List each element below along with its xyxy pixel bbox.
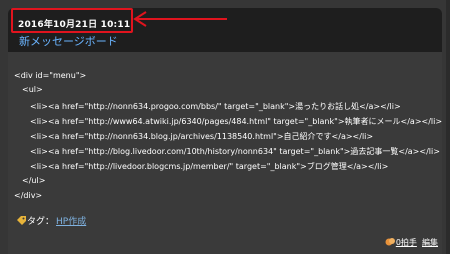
tag-icon (16, 216, 27, 225)
code-line: <li><a href="http://nonn634.progoo.com/b… (30, 102, 401, 111)
code-line: <li><a href="http://www64.atwiki.jp/6340… (30, 117, 443, 126)
post-title-link[interactable]: 新メッセージボード (19, 33, 118, 49)
clap-button[interactable]: 0拍手 (396, 238, 417, 247)
clap-icon (385, 237, 396, 246)
code-line: <li><a href="http://blog.livedoor.com/10… (30, 147, 440, 156)
tag-row: タグ： HP作成 (16, 214, 86, 227)
tag-link[interactable]: HP作成 (56, 217, 86, 227)
code-line: <ul> (22, 85, 43, 94)
code-line: </div> (14, 191, 43, 200)
code-line: <li><a href="http://nonn634.blog.jp/arch… (30, 132, 374, 141)
footer-actions: 0拍手 編集 (385, 236, 438, 248)
code-line: <li><a href="http://livedoor.blogcms.jp/… (30, 162, 389, 171)
code-line: <div id="menu"> (14, 71, 87, 80)
annotation-arrow-icon (133, 11, 227, 27)
annotation-highlight-box (11, 8, 133, 33)
tag-label: タグ： (27, 217, 55, 227)
code-line: </ul> (22, 176, 46, 185)
edit-link[interactable]: 編集 (422, 238, 438, 247)
scrollbar[interactable] (446, 0, 450, 254)
